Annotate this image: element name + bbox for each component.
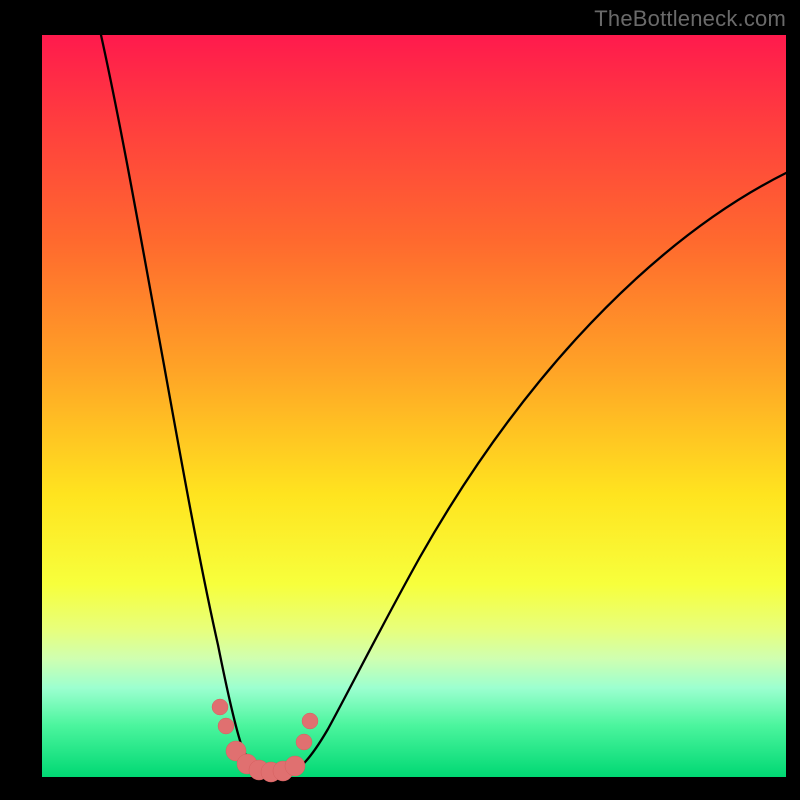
marker-dot bbox=[285, 756, 305, 776]
marker-dot bbox=[296, 734, 312, 750]
curve-left-branch bbox=[101, 35, 258, 770]
marker-dot bbox=[218, 718, 234, 734]
plot-area bbox=[42, 35, 786, 777]
curve-layer bbox=[42, 35, 786, 777]
markers-group bbox=[212, 699, 318, 782]
chart-frame: TheBottleneck.com bbox=[0, 0, 800, 800]
curve-right-branch bbox=[296, 173, 786, 770]
marker-dot bbox=[302, 713, 318, 729]
marker-dot bbox=[212, 699, 228, 715]
watermark-text: TheBottleneck.com bbox=[594, 6, 786, 32]
